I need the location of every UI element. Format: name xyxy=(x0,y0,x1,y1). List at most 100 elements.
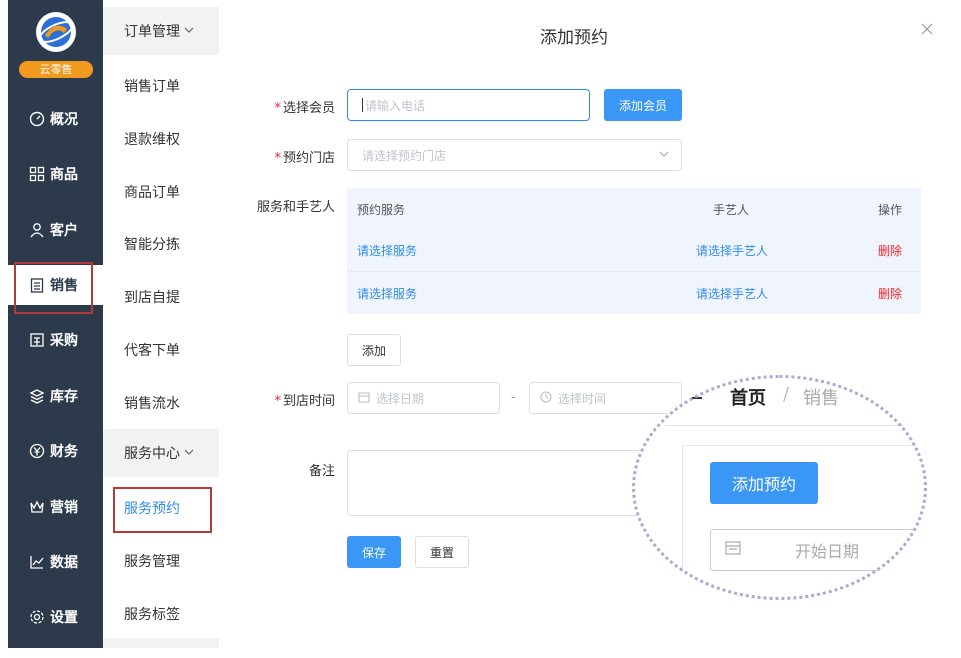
main-nav: 云零售 概况 商品 客户 销售 采购 库存 财务 营销 数据 设置 xyxy=(8,0,103,648)
services-label: 服务和手艺人 xyxy=(256,200,335,215)
submenu-item-sales-flow[interactable]: 销售流水 xyxy=(124,393,180,413)
add-booking-button[interactable]: 添加预约 xyxy=(710,462,818,504)
breadcrumb-current: 销售 xyxy=(803,388,839,409)
nav-item-label: 采购 xyxy=(50,333,78,349)
submenu-footer xyxy=(103,638,219,648)
text-caret xyxy=(362,98,363,112)
nav-item-label: 商品 xyxy=(50,167,78,183)
remark-textarea[interactable] xyxy=(347,450,647,516)
dashboard-icon xyxy=(28,110,46,128)
nav-item-customers[interactable]: 客户 xyxy=(8,210,103,250)
submenu-group-orders[interactable]: 订单管理 xyxy=(103,7,219,55)
nav-item-marketing[interactable]: 营销 xyxy=(8,487,103,527)
nav-item-label: 数据 xyxy=(50,555,78,571)
time-placeholder: 选择时间 xyxy=(558,391,607,406)
clock-icon xyxy=(540,391,552,406)
nav-item-overview[interactable]: 概况 xyxy=(8,99,103,139)
nav-item-purchase[interactable]: 采购 xyxy=(8,320,103,360)
zoom-callout: 首页 / 销售 添加预约 开始日期 xyxy=(632,375,927,600)
required-mark: * xyxy=(274,151,281,166)
nav-item-inventory[interactable]: 库存 xyxy=(8,376,103,416)
header-service: 预约服务 xyxy=(357,202,406,217)
select-artisan-link[interactable]: 请选择手艺人 xyxy=(696,229,768,271)
save-button[interactable]: 保存 xyxy=(347,536,401,568)
breadcrumb-separator: / xyxy=(783,384,790,405)
add-row-button[interactable]: 添加 xyxy=(347,334,401,366)
start-date-placeholder: 开始日期 xyxy=(795,542,860,561)
chevron-down-icon xyxy=(184,23,194,39)
nav-item-label: 库存 xyxy=(50,389,78,405)
delete-row-link[interactable]: 删除 xyxy=(878,272,902,314)
nav-item-label: 财务 xyxy=(50,444,78,460)
table-row: 请选择服务 请选择手艺人 删除 xyxy=(347,229,921,271)
submenu-group-service[interactable]: 服务中心 xyxy=(103,429,219,477)
service-table: 预约服务 手艺人 操作 请选择服务 请选择手艺人 删除 请选择服务 请选择手艺人… xyxy=(347,188,921,314)
menu-icon xyxy=(692,392,702,402)
nav-item-settings[interactable]: 设置 xyxy=(8,597,103,637)
member-label: * 选择会员 xyxy=(274,101,335,116)
nav-item-label: 设置 xyxy=(50,610,78,626)
close-icon[interactable] xyxy=(920,22,936,38)
required-mark: * xyxy=(274,101,281,116)
stack-icon xyxy=(28,387,46,405)
submenu-item-service-booking[interactable]: 服务预约 xyxy=(113,487,212,533)
nav-item-finance[interactable]: 财务 xyxy=(8,431,103,471)
submenu-group-label: 服务中心 xyxy=(124,446,180,462)
range-separator: - xyxy=(511,390,516,404)
table-row: 请选择服务 请选择手艺人 删除 xyxy=(347,271,921,313)
member-phone-input[interactable]: 请输入电话 xyxy=(347,89,590,121)
sub-menu: 订单管理 销售订单 退款维权 商品订单 智能分拣 到店自提 代客下单 销售流水 … xyxy=(103,0,219,648)
required-mark: * xyxy=(274,394,281,409)
chevron-down-icon xyxy=(659,148,669,162)
header-artisan: 手艺人 xyxy=(713,202,750,217)
crown-icon xyxy=(28,498,46,516)
dialog-title: 添加预约 xyxy=(540,28,608,48)
line-chart-icon xyxy=(28,553,46,571)
submenu-item-refunds[interactable]: 退款维权 xyxy=(124,129,180,149)
submenu-item-store-pickup[interactable]: 到店自提 xyxy=(124,287,180,307)
submenu-item-smart-sorting[interactable]: 智能分拣 xyxy=(124,234,180,254)
date-placeholder: 选择日期 xyxy=(376,391,425,406)
nav-item-label: 客户 xyxy=(50,223,78,239)
nav-item-label: 销售 xyxy=(50,278,78,294)
calendar-icon xyxy=(358,391,370,406)
date-picker[interactable]: 选择日期 xyxy=(347,382,500,414)
submenu-group-label: 订单管理 xyxy=(124,24,180,40)
time-label: * 到店时间 xyxy=(274,394,335,409)
submenu-item-sales-orders[interactable]: 销售订单 xyxy=(124,76,180,96)
divider xyxy=(665,425,927,426)
nav-item-label: 营销 xyxy=(50,500,78,516)
logo-icon xyxy=(38,17,74,47)
gear-icon xyxy=(28,608,46,626)
brand-badge: 云零售 xyxy=(19,61,93,78)
select-placeholder: 请选择预约门店 xyxy=(362,148,447,163)
select-service-link[interactable]: 请选择服务 xyxy=(357,229,417,271)
submenu-item-proxy-order[interactable]: 代客下单 xyxy=(124,340,180,360)
yen-icon xyxy=(28,442,46,460)
header-action: 操作 xyxy=(878,202,903,217)
grid-icon xyxy=(28,165,46,183)
calendar-icon xyxy=(725,540,741,560)
delete-row-link[interactable]: 删除 xyxy=(878,229,902,271)
select-artisan-link[interactable]: 请选择手艺人 xyxy=(696,272,768,314)
start-date-picker[interactable]: 开始日期 xyxy=(710,529,927,571)
app-logo[interactable] xyxy=(36,12,76,52)
store-label: * 预约门店 xyxy=(274,151,335,166)
nav-item-products[interactable]: 商品 xyxy=(8,154,103,194)
select-service-link[interactable]: 请选择服务 xyxy=(357,272,417,314)
remark-label: 备注 xyxy=(308,464,335,479)
submenu-item-service-tags[interactable]: 服务标签 xyxy=(124,604,180,624)
breadcrumb-home[interactable]: 首页 xyxy=(730,384,766,410)
nav-item-data[interactable]: 数据 xyxy=(8,542,103,582)
reset-button[interactable]: 重置 xyxy=(415,536,469,568)
cart-icon xyxy=(28,331,46,349)
user-icon xyxy=(28,221,46,239)
add-member-button[interactable]: 添加会员 xyxy=(604,89,682,121)
submenu-item-service-manage[interactable]: 服务管理 xyxy=(124,551,180,571)
clipboard-icon xyxy=(28,276,46,294)
submenu-item-product-orders[interactable]: 商品订单 xyxy=(124,182,180,202)
nav-item-sales[interactable]: 销售 xyxy=(8,262,103,314)
store-select[interactable]: 请选择预约门店 xyxy=(347,139,682,171)
input-placeholder: 请输入电话 xyxy=(365,98,426,113)
table-header: 预约服务 手艺人 操作 xyxy=(347,188,921,230)
